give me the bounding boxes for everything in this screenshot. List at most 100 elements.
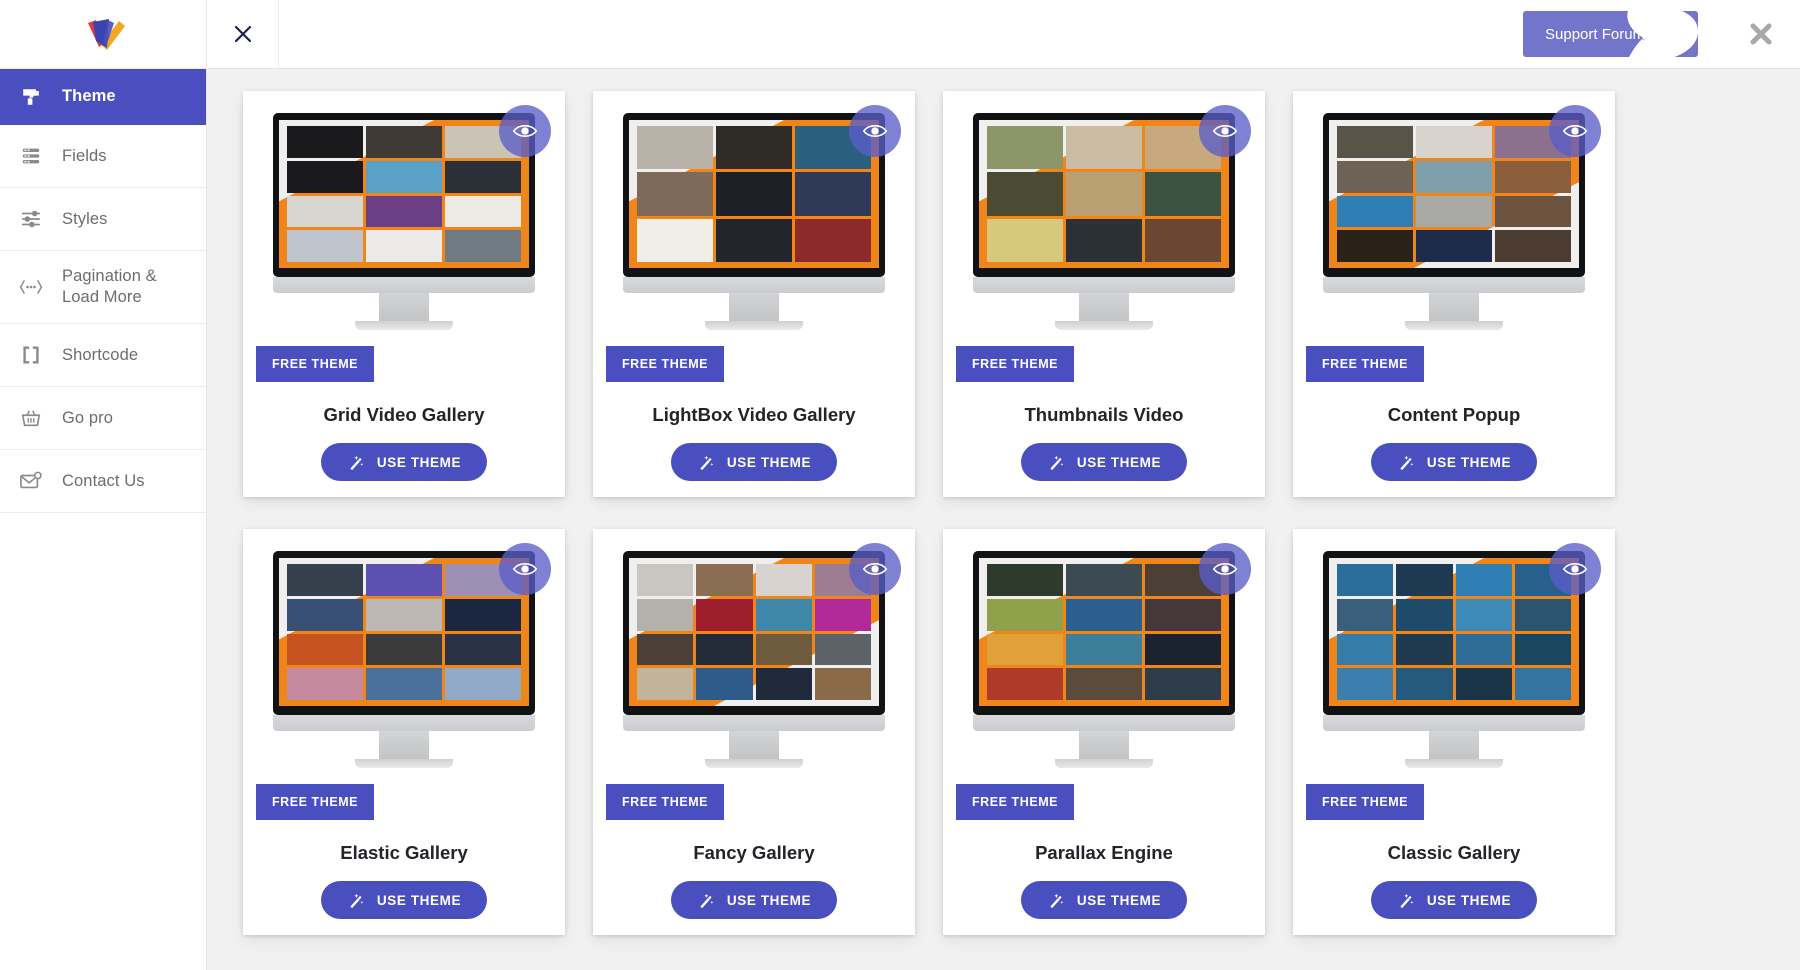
use-theme-button[interactable]: USE THEME — [1020, 881, 1188, 919]
use-theme-button[interactable]: USE THEME — [1370, 443, 1538, 481]
basket-icon — [14, 407, 48, 429]
sidebar-item-theme[interactable]: Theme — [0, 69, 206, 125]
support-forum-label: Support Forum — [1545, 25, 1646, 43]
tile — [1337, 668, 1394, 700]
sidebar-item-go-pro[interactable]: Go pro — [0, 387, 206, 450]
tile — [1455, 668, 1512, 700]
sidebar-item-fields[interactable]: Fields — [0, 125, 206, 188]
tile — [755, 668, 812, 700]
tile — [814, 598, 871, 631]
monitor-foot — [705, 759, 803, 768]
use-theme-button[interactable]: USE THEME — [320, 443, 488, 481]
monitor-chin — [623, 277, 885, 293]
preview-theme-button[interactable] — [499, 105, 551, 157]
theme-card[interactable]: FREE THEME Grid Video Gallery USE THEME — [243, 91, 565, 497]
monitor-bezel — [973, 113, 1235, 277]
paint-roller-icon — [14, 86, 48, 108]
eye-icon — [862, 563, 888, 575]
preview-theme-button[interactable] — [499, 543, 551, 595]
sidebar-item-label: Contact Us — [62, 471, 145, 490]
tile — [1514, 598, 1571, 631]
support-forum-button[interactable]: Support Forum — [1523, 5, 1699, 67]
monitor-chin — [1323, 277, 1585, 293]
preview-theme-button[interactable] — [849, 105, 901, 157]
monitor-bezel — [973, 551, 1235, 715]
monitor-chin — [1323, 715, 1585, 731]
preview-theme-button[interactable] — [1199, 543, 1251, 595]
use-theme-button[interactable]: USE THEME — [670, 881, 838, 919]
monitor-mockup — [273, 551, 535, 768]
screen-tiles — [1337, 126, 1571, 262]
tile — [637, 564, 694, 596]
magic-wand-icon — [1050, 455, 1064, 470]
tile — [287, 598, 363, 631]
monitor-bezel — [623, 113, 885, 277]
theme-preview — [943, 91, 1265, 346]
window-close-button[interactable] — [1730, 0, 1792, 69]
monitor-foot — [1055, 321, 1153, 330]
tile — [1416, 195, 1492, 228]
theme-card[interactable]: FREE THEME Classic Gallery USE THEME — [1293, 529, 1615, 935]
use-theme-label: USE THEME — [376, 892, 462, 908]
monitor-neck — [1429, 293, 1479, 321]
sidebar-item-label: Fields — [62, 146, 107, 165]
modal-close-button[interactable] — [207, 0, 279, 69]
tile — [287, 564, 363, 596]
logo-bar — [0, 0, 206, 69]
tile — [1066, 633, 1142, 666]
monitor-screen — [1329, 558, 1579, 706]
use-theme-button[interactable]: USE THEME — [1370, 881, 1538, 919]
screen-tiles — [987, 126, 1221, 262]
use-theme-button[interactable]: USE THEME — [670, 443, 838, 481]
tile — [795, 172, 871, 216]
magic-wand-icon — [1400, 455, 1414, 470]
preview-theme-button[interactable] — [1549, 543, 1601, 595]
tile — [287, 160, 363, 193]
tile — [366, 564, 442, 596]
theme-card[interactable]: FREE THEME Content Popup USE THEME — [1293, 91, 1615, 497]
theme-card[interactable]: FREE THEME Thumbnails Video USE THEME — [943, 91, 1265, 497]
theme-preview — [1293, 529, 1615, 784]
tile — [1396, 598, 1453, 631]
use-theme-label: USE THEME — [1426, 454, 1512, 470]
preview-theme-button[interactable] — [849, 543, 901, 595]
eye-icon — [1562, 125, 1588, 137]
monitor-bezel — [1323, 551, 1585, 715]
tile — [1455, 564, 1512, 596]
tile — [795, 218, 871, 262]
theme-gallery-scroll[interactable]: FREE THEME Grid Video Gallery USE THEME — [207, 69, 1800, 970]
sidebar-item-shortcode[interactable]: Shortcode — [0, 324, 206, 387]
tile — [366, 598, 442, 631]
monitor-foot — [355, 759, 453, 768]
sidebar-item-pagination-load-more[interactable]: Pagination & Load More — [0, 251, 206, 324]
preview-theme-button[interactable] — [1199, 105, 1251, 157]
theme-card[interactable]: FREE THEME LightBox Video Gallery USE TH… — [593, 91, 915, 497]
pagination-dots-icon — [14, 276, 48, 298]
screen-tiles — [287, 126, 521, 262]
magic-wand-icon — [1400, 893, 1414, 908]
sidebar-item-styles[interactable]: Styles — [0, 188, 206, 251]
tile — [755, 564, 812, 596]
tile — [1495, 160, 1571, 193]
preview-theme-button[interactable] — [1549, 105, 1601, 157]
theme-card[interactable]: FREE THEME Fancy Gallery USE THEME — [593, 529, 915, 935]
use-theme-button[interactable]: USE THEME — [320, 881, 488, 919]
use-theme-label: USE THEME — [726, 892, 812, 908]
tile — [1066, 564, 1142, 596]
theme-card[interactable]: FREE THEME Elastic Gallery USE THEME — [243, 529, 565, 935]
tile — [1396, 564, 1453, 596]
free-theme-badge: FREE THEME — [606, 784, 725, 820]
screen-tiles — [287, 564, 521, 700]
sliders-icon — [14, 208, 48, 230]
monitor-screen — [279, 120, 529, 268]
tile — [987, 598, 1063, 631]
eye-icon — [512, 125, 538, 137]
tile — [987, 668, 1063, 700]
monitor-chin — [273, 277, 535, 293]
theme-title: Grid Video Gallery — [323, 404, 485, 425]
use-theme-button[interactable]: USE THEME — [1020, 443, 1188, 481]
theme-card[interactable]: FREE THEME Parallax Engine USE THEME — [943, 529, 1265, 935]
monitor-mockup — [273, 113, 535, 330]
tile — [287, 633, 363, 666]
sidebar-item-contact-us[interactable]: Contact Us — [0, 450, 206, 513]
